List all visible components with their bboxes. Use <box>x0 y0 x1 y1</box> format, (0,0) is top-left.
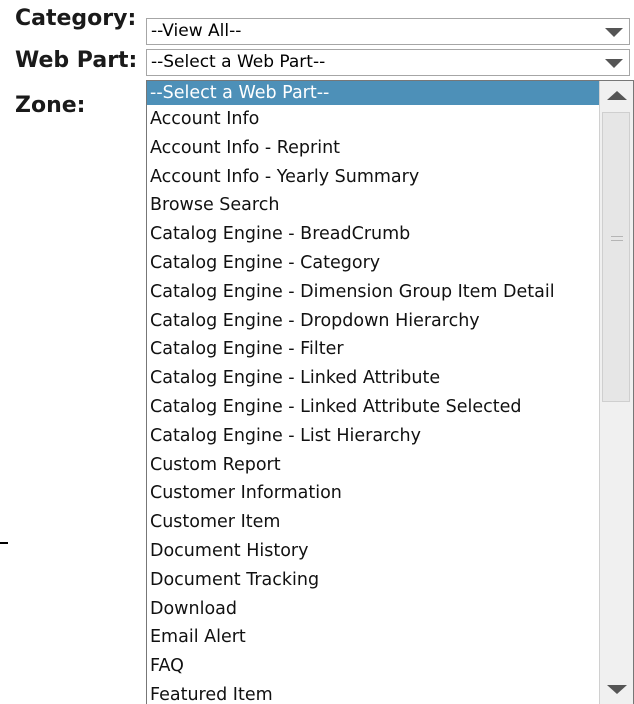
option-item[interactable]: Document History <box>147 537 599 566</box>
option-item[interactable]: Catalog Engine - BreadCrumb <box>147 220 599 249</box>
option-item[interactable]: Browse Search <box>147 191 599 220</box>
option-item[interactable]: Email Alert <box>147 623 599 652</box>
option-item[interactable]: Customer Information <box>147 479 599 508</box>
grip-line <box>611 240 623 241</box>
option-item[interactable]: Catalog Engine - Linked Attribute <box>147 364 599 393</box>
option-item[interactable]: FAQ <box>147 652 599 681</box>
scroll-down-button[interactable] <box>600 677 633 704</box>
option-item[interactable]: Featured Item <box>147 681 599 704</box>
zone-label: Zone: <box>15 93 86 118</box>
category-label: Category: <box>15 6 137 31</box>
option-item[interactable]: Catalog Engine - Linked Attribute Select… <box>147 393 599 422</box>
option-list: --Select a Web Part-- Account Info Account… <box>147 81 599 704</box>
option-selected[interactable]: --Select a Web Part-- <box>147 81 599 105</box>
chevron-down-icon <box>605 28 623 37</box>
web-part-select-value: --Select a Web Part-- <box>151 52 326 72</box>
scroll-up-icon <box>607 91 627 100</box>
category-select[interactable]: --View All-- <box>146 18 630 45</box>
option-item[interactable]: Catalog Engine - Category <box>147 249 599 278</box>
scrollbar-thumb[interactable] <box>602 112 630 402</box>
option-item[interactable]: Customer Item <box>147 508 599 537</box>
scroll-up-button[interactable] <box>600 81 633 111</box>
option-item[interactable]: Account Info <box>147 105 599 134</box>
option-item[interactable]: Catalog Engine - Dimension Group Item De… <box>147 278 599 307</box>
web-part-select[interactable]: --Select a Web Part-- <box>146 49 630 76</box>
category-select-value: --View All-- <box>151 21 242 41</box>
web-part-dropdown-list[interactable]: --Select a Web Part-- Account Info Account… <box>146 80 634 704</box>
option-item[interactable]: Catalog Engine - Filter <box>147 335 599 364</box>
web-part-dropdown-button[interactable] <box>597 50 629 75</box>
option-item[interactable]: Catalog Engine - List Hierarchy <box>147 422 599 451</box>
option-item[interactable]: Document Tracking <box>147 566 599 595</box>
divider-mark <box>0 542 8 544</box>
option-item[interactable]: Account Info - Reprint <box>147 134 599 163</box>
option-item[interactable]: Account Info - Yearly Summary <box>147 163 599 192</box>
web-part-label: Web Part: <box>15 48 138 73</box>
grip-line <box>611 236 623 237</box>
chevron-down-icon <box>605 59 623 68</box>
option-item[interactable]: Custom Report <box>147 451 599 480</box>
option-item[interactable]: Download <box>147 595 599 624</box>
category-dropdown-button[interactable] <box>597 19 629 44</box>
option-item[interactable]: Catalog Engine - Dropdown Hierarchy <box>147 307 599 336</box>
scrollbar[interactable] <box>599 81 633 704</box>
scroll-down-icon <box>607 685 627 694</box>
